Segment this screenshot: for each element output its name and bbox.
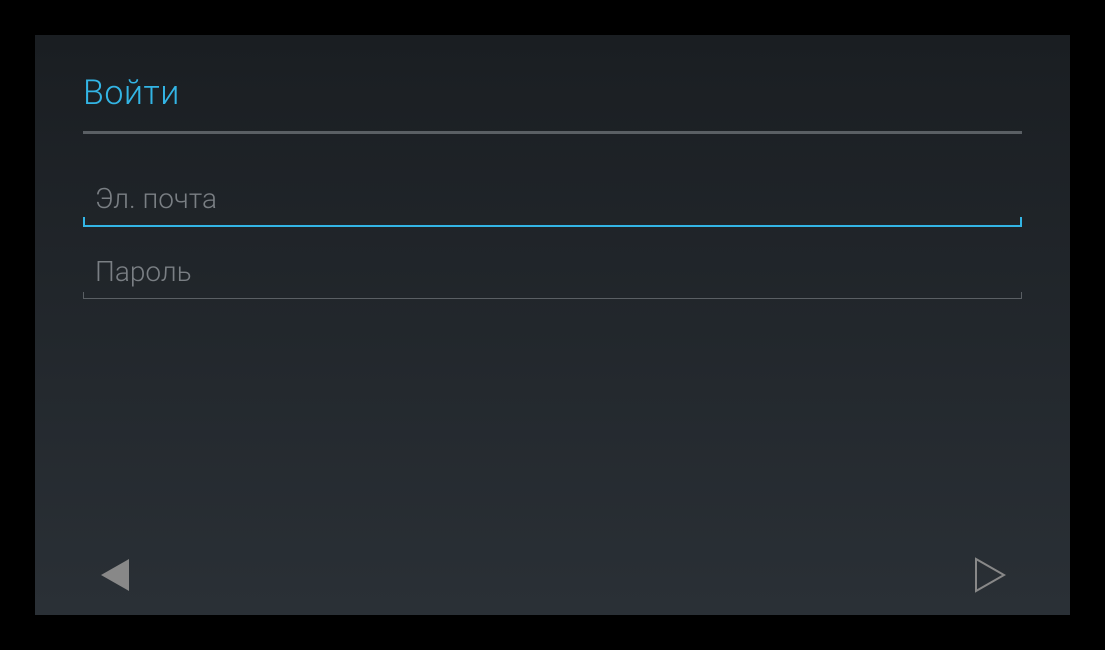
next-button[interactable] bbox=[965, 550, 1015, 600]
page-title: Войти bbox=[83, 73, 1022, 113]
login-form: Войти bbox=[35, 35, 1070, 299]
email-field-container bbox=[83, 182, 1022, 227]
back-button[interactable] bbox=[90, 550, 140, 600]
password-field-container bbox=[83, 255, 1022, 299]
chevron-left-icon bbox=[97, 555, 133, 595]
chevron-right-icon bbox=[972, 555, 1008, 595]
password-field[interactable] bbox=[95, 255, 1010, 288]
email-field[interactable] bbox=[95, 182, 1010, 215]
main-screen: Войти bbox=[35, 35, 1070, 615]
navigation-arrows bbox=[35, 550, 1070, 600]
title-divider bbox=[83, 131, 1022, 134]
status-bar bbox=[0, 0, 1105, 35]
